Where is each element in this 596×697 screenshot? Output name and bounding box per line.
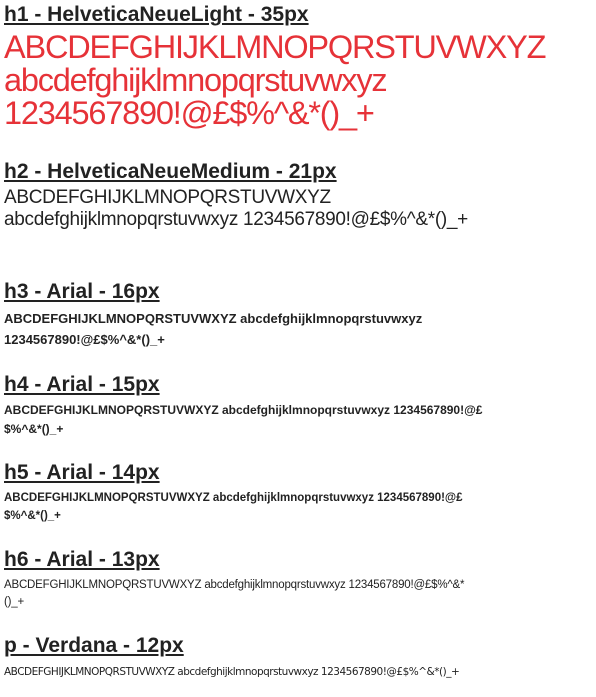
section-h4: h4 - Arial - 15px ABCDEFGHIJKLMNOPQRSTUV… [4, 373, 504, 439]
p-sample: ABCDEFGHIJKLMNOPQRSTUVWXYZ abcdefghijklm… [4, 666, 460, 678]
h1-heading: h1 - HelveticaNeueLight - 35px [4, 3, 309, 26]
h1-sample-uppercase: ABCDEFGHIJKLMNOPQRSTUVWXYZ [4, 29, 546, 65]
h1-sample-lowercase: abcdefghijklmnopqrstuvwxyz [4, 62, 388, 98]
section-h5: h5 - Arial - 14px ABCDEFGHIJKLMNOPQRSTUV… [4, 461, 484, 525]
section-p: p - Verdana - 12px ABCDEFGHIJKLMNOPQRSTU… [4, 634, 474, 680]
section-h3: h3 - Arial - 16px ABCDEFGHIJKLMNOPQRSTUV… [4, 280, 444, 350]
h5-sample: ABCDEFGHIJKLMNOPQRSTUVWXYZ abcdefghijklm… [4, 492, 463, 522]
p-heading: p - Verdana - 12px [4, 634, 184, 657]
h2-sample: ABCDEFGHIJKLMNOPQRSTUVWXYZ abcdefghijklm… [4, 187, 468, 230]
h6-heading: h6 - Arial - 13px [4, 548, 160, 571]
h6-sample: ABCDEFGHIJKLMNOPQRSTUVWXYZ abcdefghijklm… [4, 579, 465, 608]
h5-heading: h5 - Arial - 14px [4, 461, 160, 484]
h1-sample-digits-symbols: 1234567890!@£$%^&*()_+ [4, 95, 375, 131]
h3-sample: ABCDEFGHIJKLMNOPQRSTUVWXYZ abcdefghijklm… [4, 311, 423, 347]
section-h6: h6 - Arial - 13px ABCDEFGHIJKLMNOPQRSTUV… [4, 548, 474, 611]
h4-heading: h4 - Arial - 15px [4, 373, 160, 396]
h3-heading: h3 - Arial - 16px [4, 280, 160, 303]
section-h1: h1 - HelveticaNeueLight - 35px ABCDEFGHI… [4, 3, 596, 130]
h1-sample: ABCDEFGHIJKLMNOPQRSTUVWXYZ abcdefghijklm… [4, 31, 596, 130]
section-h2: h2 - HelveticaNeueMedium - 21px ABCDEFGH… [4, 160, 474, 231]
h2-heading: h2 - HelveticaNeueMedium - 21px [4, 160, 337, 183]
h4-sample: ABCDEFGHIJKLMNOPQRSTUVWXYZ abcdefghijklm… [4, 403, 483, 436]
